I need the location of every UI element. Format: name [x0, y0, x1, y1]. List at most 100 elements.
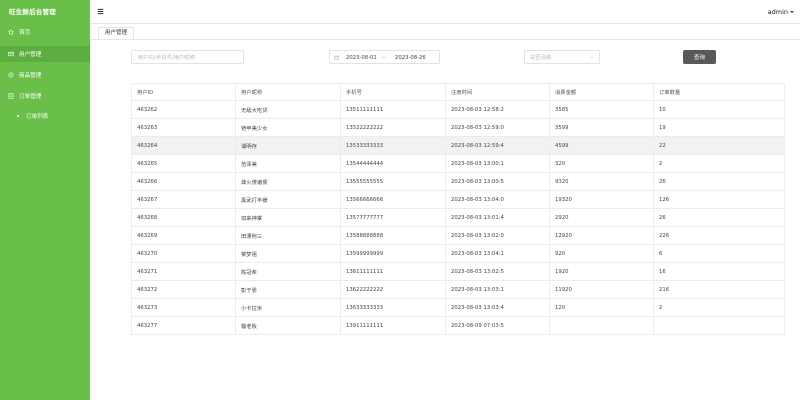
cell-order-count: 26	[653, 172, 785, 191]
cell-nickname: 铠甲美少女	[235, 118, 341, 137]
table-row[interactable]: 463262 无敌大吃货 13511111111 2023-08-03 12:58:2…	[131, 100, 785, 119]
list-icon	[8, 93, 14, 99]
cell-phone: 13622222222	[340, 280, 446, 299]
table-row[interactable]: 463268 如来神掌 13577777777 2023-08-03 13:01:4 2…	[131, 208, 785, 227]
table-row[interactable]: 463263 铠甲美少女 13522222222 2023-08-03 12:59:0…	[131, 118, 785, 137]
calendar-icon	[334, 55, 339, 60]
sidebar-item-label: 用户管理	[19, 52, 42, 58]
cell-phone: 13522222222	[340, 118, 446, 137]
cell-nickname: 陈冠希	[235, 262, 341, 281]
column-header-phone: 手机号	[340, 83, 446, 101]
consumption-status-select[interactable]: 是否消费	[524, 50, 600, 64]
cell-spend-amount: 12920	[549, 226, 654, 245]
cell-phone: 13588888888	[340, 226, 446, 245]
sidebar-item-user-management[interactable]: 用户管理	[0, 46, 90, 62]
cell-nickname: 田漂阿三	[235, 226, 341, 245]
cell-register-time: 2023-08-03 12:58:2	[445, 100, 550, 119]
cell-user-id: 463273	[131, 298, 236, 317]
box-icon	[8, 72, 14, 78]
user-table: 用户ID 用户昵称 手机号 注册时间 消费金额 订单数量 463262 无敌大吃货…	[131, 83, 785, 335]
cell-phone: 13566666666	[340, 190, 446, 209]
cell-register-time: 2023-08-03 13:02:0	[445, 226, 550, 245]
cell-register-time: 2023-08-03 12:59:0	[445, 118, 550, 137]
cell-register-time: 2023-08-03 13:04:0	[445, 190, 550, 209]
user-menu[interactable]: admin	[768, 8, 794, 16]
table-row[interactable]: 463264 谭明存 13533333333 2023-08-03 12:59:4 45…	[131, 136, 785, 155]
table-row[interactable]: 463273 小卡拉米 13633333333 2023-08-03 13:03:4 1…	[131, 298, 785, 317]
table-row[interactable]: 463269 田漂阿三 13588888888 2023-08-03 13:02:0 1…	[131, 226, 785, 245]
cell-user-id: 463272	[131, 280, 236, 299]
cell-user-id: 463262	[131, 100, 236, 119]
cell-phone: 13633333333	[340, 298, 446, 317]
cell-spend-amount: 4599	[549, 136, 654, 155]
cell-user-id: 463267	[131, 190, 236, 209]
table-row[interactable]: 463266 烽火燎诸侯 13555555555 2023-08-03 13:00:5…	[131, 172, 785, 191]
cell-order-count: 10	[653, 100, 785, 119]
sidebar-item-order-management[interactable]: 订单管理	[0, 88, 90, 104]
cell-phone: 13511111111	[340, 100, 446, 119]
cell-nickname: 黑武打丰缓	[235, 190, 341, 209]
cell-user-id: 463268	[131, 208, 236, 227]
cell-spend-amount: 9320	[549, 172, 654, 191]
column-header-user-id: 用户ID	[131, 83, 236, 101]
home-icon	[8, 29, 14, 35]
cell-nickname: 如来神掌	[235, 208, 341, 227]
tab-user-management[interactable]: 用户管理	[98, 27, 135, 39]
table-row[interactable]: 463277 醫老板 13911111111 2023-08-09 07:03:5	[131, 316, 785, 335]
cell-phone: 13577777777	[340, 208, 446, 227]
cell-spend-amount	[549, 316, 654, 335]
cell-order-count	[653, 316, 785, 335]
table-row[interactable]: 463265 范泽美 13544444444 2023-08-03 13:00:1 32…	[131, 154, 785, 173]
sidebar-item-label: 商品管理	[19, 73, 42, 79]
search-input[interactable]: 用户ID/手机号/用户昵称	[131, 50, 244, 64]
cell-register-time: 2023-08-03 13:04:1	[445, 244, 550, 263]
app-title: 旺生鲜后台管理	[9, 8, 56, 16]
sidebar-item-home[interactable]: 首页	[0, 24, 90, 40]
cell-register-time: 2023-08-03 12:59:4	[445, 136, 550, 155]
cell-register-time: 2023-08-09 07:03:5	[445, 316, 550, 335]
cell-spend-amount: 920	[549, 244, 654, 263]
mail-icon	[8, 51, 14, 57]
sidebar-item-product-management[interactable]: 商品管理	[0, 67, 90, 83]
column-header-nickname: 用户昵称	[235, 83, 341, 101]
cell-user-id: 463270	[131, 244, 236, 263]
cell-phone: 13544444444	[340, 154, 446, 173]
cell-phone: 13611111111	[340, 262, 446, 281]
date-separator: -	[383, 54, 385, 61]
table-row[interactable]: 463271 陈冠希 13611111111 2023-08-03 13:02:5 19…	[131, 262, 785, 281]
table-header-row: 用户ID 用户昵称 手机号 注册时间 消费金额 订单数量	[131, 83, 785, 101]
cell-register-time: 2023-08-03 13:03:4	[445, 298, 550, 317]
caret-down-icon	[790, 11, 794, 13]
sidebar-item-order-list[interactable]: 订单列表	[0, 108, 90, 124]
cell-spend-amount: 3599	[549, 118, 654, 137]
cell-register-time: 2023-08-03 13:03:1	[445, 280, 550, 299]
cell-user-id: 463269	[131, 226, 236, 245]
table-row[interactable]: 463267 黑武打丰缓 13566666666 2023-08-03 13:04:0…	[131, 190, 785, 209]
cell-nickname: 彭于晏	[235, 280, 341, 299]
sidebar-item-label: 订单列表	[26, 114, 49, 120]
chevron-down-icon	[590, 55, 594, 59]
cell-nickname: 谭明存	[235, 136, 341, 155]
cell-order-count: 16	[653, 262, 785, 281]
date-range-picker[interactable]: 2023-08-01 - 2023-08-26	[329, 50, 440, 64]
table-row[interactable]: 463270 菜梦祖 13599999999 2023-08-03 13:04:1 92…	[131, 244, 785, 263]
cell-user-id: 463271	[131, 262, 236, 281]
query-button[interactable]: 查询	[683, 50, 716, 64]
cell-user-id: 463277	[131, 316, 236, 335]
cell-phone: 13555555555	[340, 172, 446, 191]
tab-bar: 用户管理	[90, 24, 800, 40]
cell-order-count: 26	[653, 208, 785, 227]
cell-order-count: 2	[653, 154, 785, 173]
column-header-order-count: 订单数量	[653, 83, 785, 101]
table-row[interactable]: 463272 彭于晏 13622222222 2023-08-03 13:03:1 11…	[131, 280, 785, 299]
cell-phone: 13533333333	[340, 136, 446, 155]
cell-nickname: 菜梦祖	[235, 244, 341, 263]
cell-order-count: 6	[653, 244, 785, 263]
cell-spend-amount: 1920	[549, 262, 654, 281]
cell-phone: 13599999999	[340, 244, 446, 263]
cell-register-time: 2023-08-03 13:01:4	[445, 208, 550, 227]
cell-nickname: 小卡拉米	[235, 298, 341, 317]
hamburger-menu-icon[interactable]	[97, 8, 104, 15]
cell-order-count: 22	[653, 136, 785, 155]
column-header-register-time: 注册时间	[445, 83, 550, 101]
